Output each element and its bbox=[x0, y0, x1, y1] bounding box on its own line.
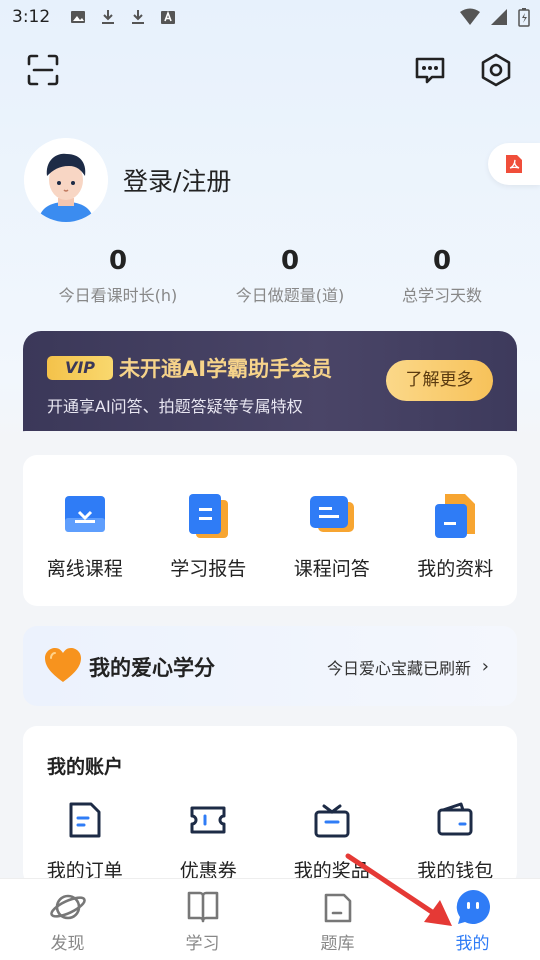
pdf-icon bbox=[506, 155, 522, 173]
stat-value: 0 bbox=[432, 246, 452, 276]
messages-button[interactable] bbox=[410, 50, 450, 90]
settings-button[interactable] bbox=[476, 50, 516, 90]
study-report-item[interactable]: 学习报告 bbox=[147, 492, 271, 581]
chat-bubble-icon bbox=[456, 890, 490, 924]
love-credit-card[interactable]: 我的爱心学分 今日爱心宝藏已刷新 › bbox=[23, 626, 517, 706]
planet-icon bbox=[49, 894, 86, 920]
love-credit-title: 我的爱心学分 bbox=[89, 656, 215, 680]
pdf-button[interactable] bbox=[488, 143, 540, 185]
prize-icon bbox=[314, 804, 350, 838]
stat-label: 总学习天数 bbox=[401, 286, 482, 305]
stat-label: 今日看课时长(h) bbox=[58, 286, 178, 305]
coupons-item[interactable]: 优惠券 bbox=[147, 800, 271, 883]
stat-value: 0 bbox=[108, 246, 128, 276]
scan-icon bbox=[27, 54, 59, 86]
bottom-tab-bar: 发现 学习 题库 我的 bbox=[0, 878, 540, 960]
my-wallet-item[interactable]: 我的钱包 bbox=[394, 800, 518, 883]
course-qa-item[interactable]: 课程问答 bbox=[270, 492, 394, 581]
wallet-icon bbox=[437, 802, 473, 836]
download-icon bbox=[132, 10, 144, 24]
tab-question-bank[interactable]: 题库 bbox=[270, 879, 405, 960]
battery-icon bbox=[518, 8, 530, 27]
gear-icon bbox=[481, 53, 511, 87]
login-register-link[interactable]: 登录/注册 bbox=[123, 162, 231, 198]
stat-watch-hours[interactable]: 0 今日看课时长(h) bbox=[28, 246, 208, 306]
heart-icon bbox=[45, 648, 81, 682]
font-notification-icon bbox=[161, 10, 175, 24]
tab-label: 我的 bbox=[455, 934, 490, 954]
learn-more-button[interactable]: 了解更多 bbox=[386, 360, 493, 401]
coupon-icon bbox=[190, 806, 226, 834]
stat-total-days[interactable]: 0 总学习天数 bbox=[352, 246, 532, 306]
tab-study[interactable]: 学习 bbox=[135, 879, 270, 960]
scan-button[interactable] bbox=[23, 50, 63, 90]
account-title: 我的账户 bbox=[47, 756, 124, 778]
vip-banner[interactable]: VIP 未开通AI学霸助手会员 开通享AI问答、拍题答疑等专属特权 了解更多 bbox=[23, 331, 517, 441]
tool-label: 离线课程 bbox=[46, 558, 123, 580]
tab-label: 题库 bbox=[320, 934, 355, 954]
course-qa-icon bbox=[309, 496, 354, 532]
my-prizes-item[interactable]: 我的奖品 bbox=[270, 800, 394, 883]
stats-row: 0 今日看课时长(h) 0 今日做题量(道) 0 总学习天数 bbox=[0, 246, 540, 316]
download-icon bbox=[102, 10, 114, 24]
account-card: 我的账户 我的订单 优惠券 我的奖品 我的钱包 bbox=[23, 726, 517, 886]
vip-badge: VIP bbox=[47, 356, 113, 380]
offline-course-icon bbox=[64, 496, 105, 532]
status-bar: 3:12 bbox=[0, 0, 540, 36]
tab-discover[interactable]: 发现 bbox=[0, 879, 135, 960]
book-icon bbox=[187, 891, 218, 923]
offline-course-item[interactable]: 离线课程 bbox=[23, 492, 147, 581]
tool-label: 我的资料 bbox=[417, 558, 494, 580]
my-materials-icon bbox=[435, 494, 476, 538]
tab-label: 发现 bbox=[50, 934, 85, 954]
signal-icon bbox=[491, 9, 507, 25]
message-icon bbox=[415, 57, 445, 84]
tool-label: 课程问答 bbox=[293, 558, 370, 580]
order-icon bbox=[69, 802, 101, 838]
question-bank-icon bbox=[324, 893, 351, 923]
tools-card: 离线课程 学习报告 课程问答 我的资料 bbox=[23, 455, 517, 606]
image-notification-icon bbox=[71, 11, 85, 23]
wifi-icon bbox=[460, 8, 480, 25]
tool-label: 学习报告 bbox=[170, 558, 247, 580]
tab-mine[interactable]: 我的 bbox=[405, 879, 540, 960]
chevron-right-icon: › bbox=[481, 656, 489, 677]
status-time: 3:12 bbox=[12, 7, 51, 27]
tab-label: 学习 bbox=[185, 934, 220, 954]
my-materials-item[interactable]: 我的资料 bbox=[394, 492, 518, 581]
avatar[interactable] bbox=[24, 138, 108, 222]
my-orders-item[interactable]: 我的订单 bbox=[23, 800, 147, 883]
vip-title: 未开通AI学霸助手会员 bbox=[119, 357, 333, 381]
study-report-icon bbox=[189, 494, 229, 538]
love-credit-status: 今日爱心宝藏已刷新 bbox=[326, 659, 471, 678]
vip-subtitle: 开通享AI问答、拍题答疑等专属特权 bbox=[47, 397, 303, 416]
user-avatar-icon bbox=[24, 138, 108, 222]
